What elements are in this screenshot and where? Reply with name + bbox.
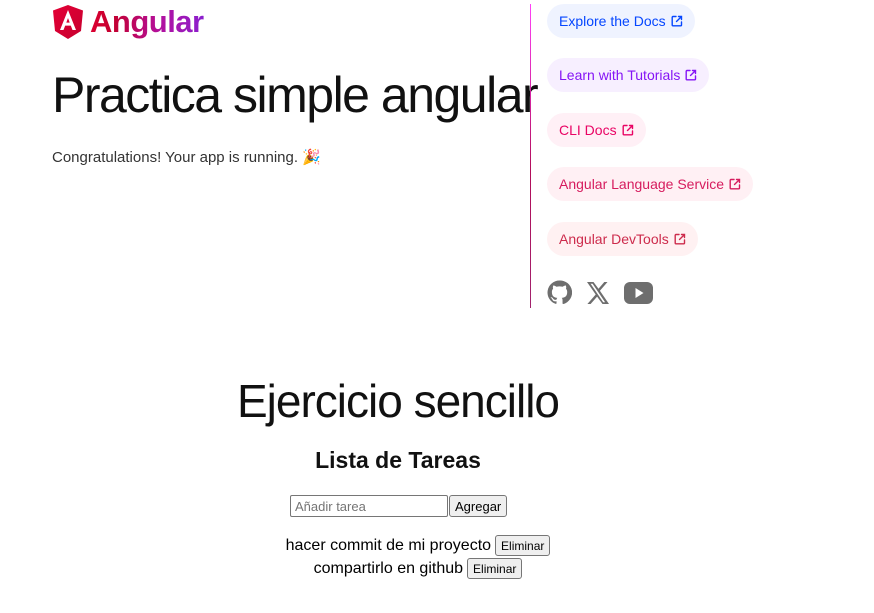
external-link-icon: [671, 15, 682, 27]
x-icon: [587, 281, 609, 304]
external-link-icon: [685, 69, 697, 81]
angular-logo: Angular: [52, 4, 204, 40]
social-links: [547, 280, 667, 310]
language-service-link[interactable]: Angular Language Service: [547, 167, 754, 201]
add-task-button[interactable]: Agregar: [449, 495, 508, 517]
task-item: hacer commit de mi proyecto Eliminar: [0, 534, 836, 557]
add-task-form: Agregar: [290, 495, 508, 517]
link-label: Angular DevTools: [559, 231, 669, 247]
cli-docs-link[interactable]: CLI Docs: [547, 113, 646, 147]
explore-docs-link[interactable]: Explore the Docs: [547, 4, 695, 38]
page-title: Practica simple angular: [52, 67, 539, 123]
brand-name: Angular: [90, 4, 204, 39]
learn-tutorials-link[interactable]: Learn with Tutorials: [547, 58, 710, 92]
task-text: compartirlo en github: [313, 559, 464, 577]
task-input[interactable]: [290, 495, 448, 517]
delete-task-button[interactable]: Eliminar: [495, 535, 551, 556]
external-link-icon: [674, 233, 685, 245]
devtools-link[interactable]: Angular DevTools: [547, 222, 698, 256]
x-link[interactable]: [586, 281, 610, 309]
exercise-title: Ejercicio sencillo: [236, 375, 560, 427]
github-link[interactable]: [547, 280, 573, 310]
angular-shield-icon: [53, 5, 83, 39]
link-label: Learn with Tutorials: [559, 67, 681, 83]
link-label: Explore the Docs: [559, 13, 666, 29]
vertical-divider: [530, 4, 531, 308]
delete-task-button[interactable]: Eliminar: [467, 558, 523, 579]
task-item: compartirlo en github Eliminar: [0, 557, 836, 580]
app-running-message: Congratulations! Your app is running. 🎉: [52, 149, 321, 166]
external-link-icon: [622, 124, 633, 136]
youtube-icon: [624, 281, 653, 304]
github-icon: [547, 280, 573, 305]
task-list-title: Lista de Tareas: [315, 447, 481, 473]
link-label: Angular Language Service: [559, 176, 725, 192]
external-link-icon: [729, 178, 741, 190]
link-label: CLI Docs: [559, 122, 617, 138]
task-list: hacer commit de mi proyecto Eliminar com…: [0, 534, 836, 580]
task-text: hacer commit de mi proyecto: [285, 536, 492, 554]
youtube-link[interactable]: [624, 281, 653, 309]
